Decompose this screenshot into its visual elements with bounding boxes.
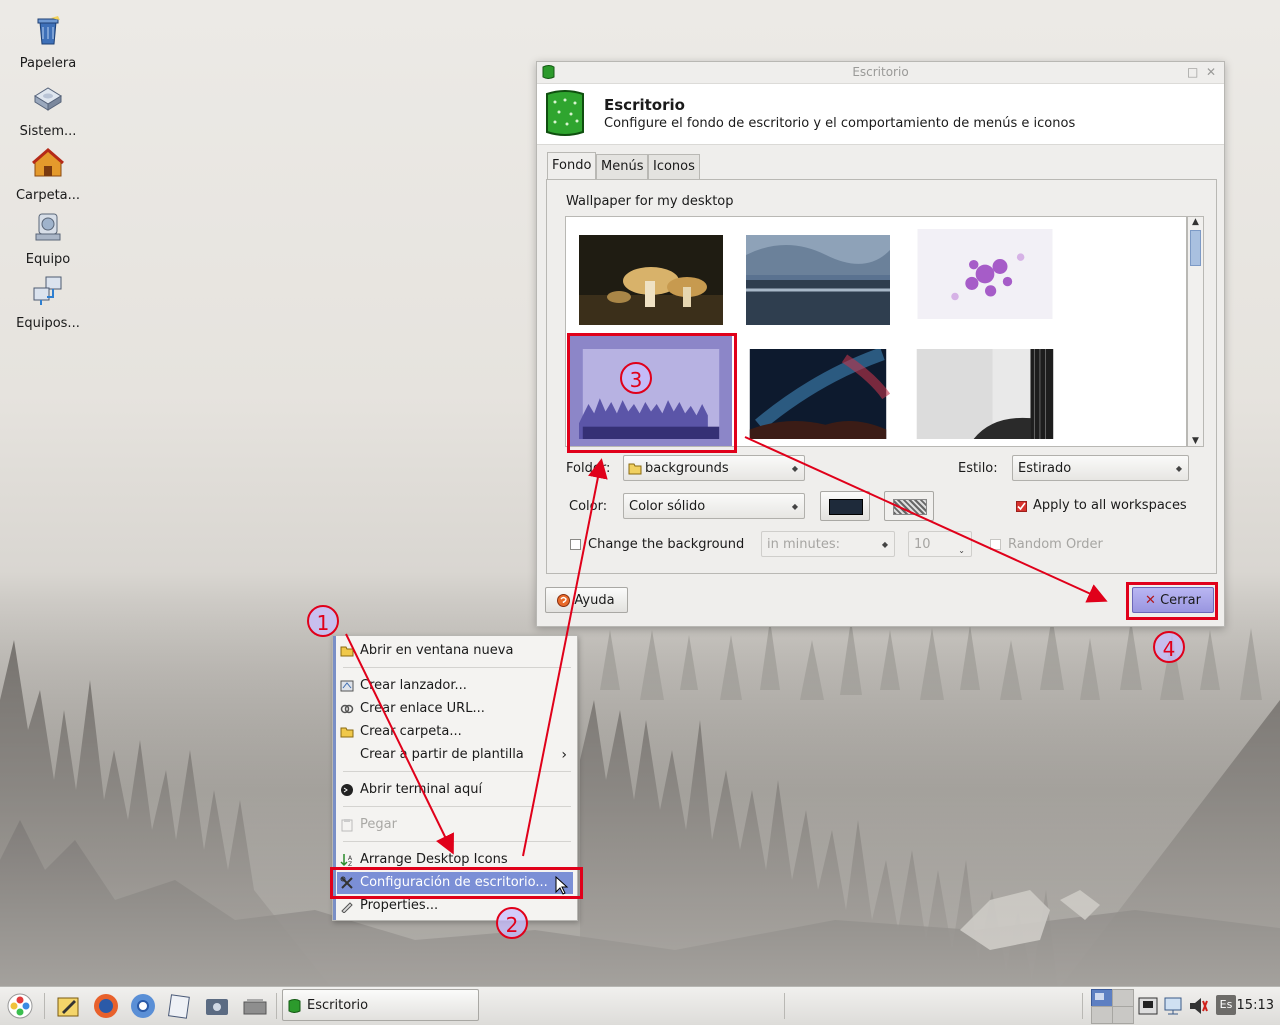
taskbar-separator [1082, 993, 1083, 1019]
screenshot-icon[interactable] [203, 992, 231, 1020]
chromium-icon[interactable] [129, 992, 157, 1020]
firefox-icon[interactable] [92, 992, 120, 1020]
taskbar: Escritorio Es 15:13 [0, 986, 1280, 1025]
highlight-close-button [1126, 582, 1218, 620]
text-editor-icon[interactable] [54, 992, 82, 1020]
removable-media-icon[interactable] [1137, 995, 1159, 1017]
workspace-4[interactable] [1112, 1006, 1134, 1024]
highlight-selected-wallpaper [567, 333, 737, 453]
taskbar-separator [276, 993, 277, 1019]
desktop-settings-icon [288, 999, 301, 1013]
workspace-3[interactable] [1091, 1006, 1113, 1024]
taskbar-task-escritorio[interactable]: Escritorio [282, 989, 479, 1021]
workspace-2[interactable] [1112, 989, 1134, 1007]
arrow-step3-to-close [744, 436, 1108, 603]
network-status-icon[interactable] [1162, 995, 1184, 1017]
arrow-step1-to-menu [345, 633, 454, 855]
taskbar-separator [784, 993, 785, 1019]
show-desktop-icon[interactable] [241, 992, 269, 1020]
taskbar-separator [44, 993, 45, 1019]
workspace-1[interactable] [1091, 989, 1113, 1007]
step-marker-4: 4 [1153, 631, 1185, 663]
volume-icon[interactable] [1187, 995, 1209, 1017]
step-marker-2: 2 [496, 907, 528, 939]
arrow-step2-to-folder [522, 458, 608, 857]
start-menu-icon[interactable] [6, 992, 34, 1020]
step-marker-1: 1 [307, 605, 339, 637]
annotation-arrows [345, 436, 1108, 857]
task-label: Escritorio [307, 998, 369, 1013]
step-marker-3: 3 [620, 362, 652, 394]
clock[interactable]: 15:13 [1237, 987, 1274, 1025]
highlight-desktop-settings-item [330, 867, 583, 899]
notes-icon[interactable] [165, 992, 193, 1020]
keyboard-layout-indicator[interactable]: Es [1216, 995, 1236, 1015]
